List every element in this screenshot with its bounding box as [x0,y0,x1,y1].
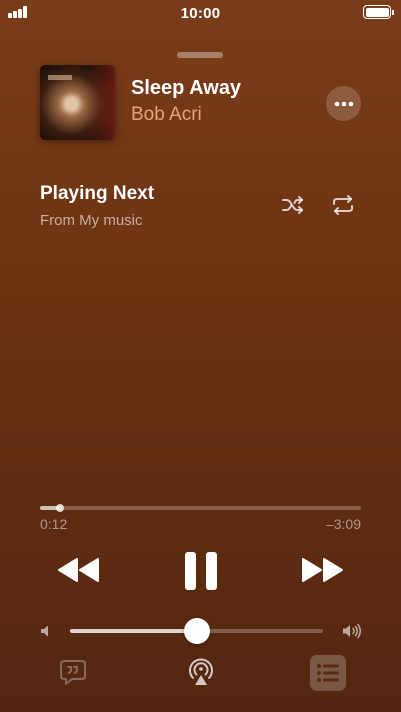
more-button[interactable] [326,86,361,121]
shuffle-icon [282,196,303,214]
volume-fill [70,629,197,633]
airplay-button[interactable] [186,656,216,688]
speaker-low-icon [41,625,48,637]
status-bar: 10:00 [0,0,401,26]
lyrics-button[interactable] [58,657,88,687]
progress-scrubber[interactable] [56,504,64,512]
song-artist[interactable]: Bob Acri [131,104,202,126]
playing-next-heading: Playing Next [40,183,155,204]
shuffle-button[interactable] [280,192,306,218]
repeat-button[interactable] [330,192,356,218]
remaining-time: –3:09 [325,516,361,532]
pause-icon [185,552,217,590]
queue-list-icon [317,664,339,682]
airplay-icon [189,658,213,685]
elapsed-time: 0:12 [40,516,68,532]
status-time: 10:00 [180,5,221,22]
lyrics-icon [60,660,86,685]
queue-button[interactable] [310,655,346,691]
speaker-high-icon [343,623,361,639]
rewind-icon [58,558,99,582]
sheet-grabber[interactable] [177,52,223,58]
volume-knob[interactable] [184,618,210,644]
repeat-icon [333,195,353,215]
ellipsis-icon [334,101,353,106]
song-title: Sleep Away [131,77,242,99]
playing-next-source: From My music [40,212,143,229]
pause-button[interactable] [183,550,219,592]
playback-progress-bar[interactable] [40,504,361,512]
album-artwork [40,65,115,140]
fast-forward-button[interactable] [300,556,344,584]
rewind-button[interactable] [57,556,101,584]
fast-forward-icon [302,558,343,582]
battery-icon [363,5,394,19]
volume-slider[interactable] [70,618,323,644]
